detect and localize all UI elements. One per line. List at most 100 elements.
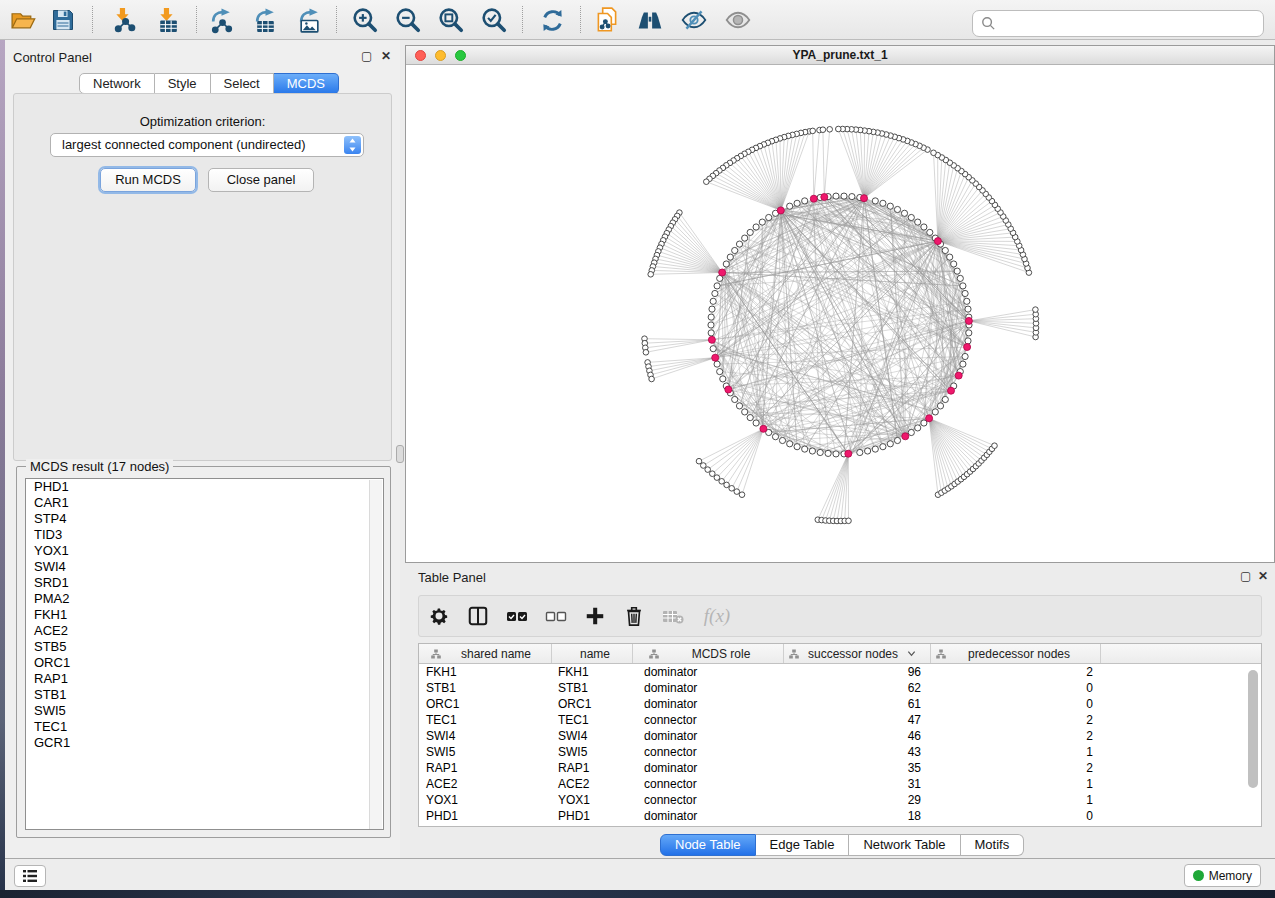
float-table-panel-icon[interactable]: ▢ xyxy=(1240,570,1251,582)
delete-table-button[interactable] xyxy=(661,604,685,628)
mcds-result-item[interactable]: PHD1 xyxy=(26,479,383,495)
panel-splitter-handle[interactable] xyxy=(396,445,404,463)
table-row[interactable]: YOX1 YOX1 connector 29 1 xyxy=(419,792,1261,808)
mcds-result-item[interactable]: STB1 xyxy=(26,687,383,703)
criterion-value: largest connected component (undirected) xyxy=(62,137,306,152)
mcds-result-item[interactable]: RAP1 xyxy=(26,671,383,687)
delete-column-button[interactable] xyxy=(622,604,646,628)
run-mcds-button[interactable]: Run MCDS xyxy=(100,168,196,192)
tab-select[interactable]: Select xyxy=(211,73,274,94)
export-image-button[interactable] xyxy=(294,6,324,34)
zoom-selected-button[interactable] xyxy=(479,6,509,34)
tab-style[interactable]: Style xyxy=(155,73,211,94)
mcds-result-item[interactable]: STP4 xyxy=(26,511,383,527)
table-row[interactable]: RAP1 RAP1 dominator 35 2 xyxy=(419,760,1261,776)
toggle-column-panel-button[interactable] xyxy=(466,604,490,628)
table-row[interactable]: SWI4 SWI4 dominator 46 2 xyxy=(419,728,1261,744)
network-graph[interactable] xyxy=(406,66,1274,563)
open-session-button[interactable] xyxy=(8,6,38,34)
memory-button[interactable]: Memory xyxy=(1184,864,1261,887)
table-scrollbar[interactable] xyxy=(1248,668,1259,824)
dropdown-stepper-icon xyxy=(344,136,361,154)
table-scrollbar-thumb[interactable] xyxy=(1248,670,1258,788)
column-header-shared-name[interactable]: shared name xyxy=(419,644,552,663)
column-header-successor-nodes[interactable]: successor nodes xyxy=(784,644,931,663)
select-all-columns-button[interactable] xyxy=(505,604,529,628)
import-table-button[interactable] xyxy=(152,6,182,34)
table-row[interactable]: TEC1 TEC1 connector 47 2 xyxy=(419,712,1261,728)
table-panel-title: Table Panel xyxy=(418,570,486,585)
new-network-from-selection-button[interactable] xyxy=(592,6,622,34)
tab-motifs[interactable]: Motifs xyxy=(961,834,1025,856)
search-input[interactable] xyxy=(972,10,1264,37)
mcds-result-item[interactable]: FKH1 xyxy=(26,607,383,623)
status-bar: Memory xyxy=(5,858,1275,890)
control-panel-tabs: Network Style Select MCDS xyxy=(79,73,339,94)
gear-icon xyxy=(428,605,450,627)
export-table-button[interactable] xyxy=(250,6,280,34)
table-row[interactable]: SWI5 SWI5 connector 43 1 xyxy=(419,744,1261,760)
zoom-fit-button[interactable] xyxy=(436,6,466,34)
network-window-titlebar[interactable]: YPA_prune.txt_1 xyxy=(406,46,1274,65)
column-header-name[interactable]: name xyxy=(552,644,633,663)
close-panel-icon[interactable]: ✕ xyxy=(381,50,391,62)
mcds-result-item[interactable]: CAR1 xyxy=(26,495,383,511)
zoom-in-button[interactable] xyxy=(350,6,380,34)
column-header-mcds-role[interactable]: MCDS role xyxy=(633,644,784,663)
mcds-result-item[interactable]: TID3 xyxy=(26,527,383,543)
toolbar-separator xyxy=(336,6,337,33)
table-row[interactable]: FKH1 FKH1 dominator 96 2 xyxy=(419,664,1261,680)
tab-edge-table[interactable]: Edge Table xyxy=(756,834,850,856)
table-settings-button[interactable] xyxy=(427,604,451,628)
column-header-predecessor-nodes[interactable]: predecessor nodes xyxy=(931,644,1101,663)
mcds-result-item[interactable]: SWI5 xyxy=(26,703,383,719)
unselect-all-columns-button[interactable] xyxy=(544,604,568,628)
close-window-icon[interactable] xyxy=(415,50,426,61)
function-builder-button[interactable]: f(x) xyxy=(700,604,734,628)
tab-node-table[interactable]: Node Table xyxy=(660,834,756,856)
float-panel-icon[interactable]: ▢ xyxy=(361,50,372,62)
export-network-button[interactable] xyxy=(206,6,236,34)
column-type-icon xyxy=(431,649,441,659)
tab-network-table[interactable]: Network Table xyxy=(849,834,960,856)
import-network-button[interactable] xyxy=(108,6,138,34)
table-row[interactable]: STB1 STB1 dominator 62 0 xyxy=(419,680,1261,696)
table-rows: FKH1 FKH1 dominator 96 2 STB1 STB1 domin… xyxy=(419,664,1261,824)
mcds-result-item[interactable]: TEC1 xyxy=(26,719,383,735)
network-overview-button[interactable] xyxy=(635,6,665,34)
minimize-window-icon[interactable] xyxy=(435,50,446,61)
save-session-button[interactable] xyxy=(48,6,78,34)
mcds-result-item[interactable]: STB5 xyxy=(26,639,383,655)
mcds-result-item[interactable]: SWI4 xyxy=(26,559,383,575)
export-image-icon xyxy=(296,7,323,34)
mcds-result-item[interactable]: PMA2 xyxy=(26,591,383,607)
hide-selected-button[interactable] xyxy=(679,6,709,34)
table-row[interactable]: ACE2 ACE2 connector 31 1 xyxy=(419,776,1261,792)
sort-descending-icon xyxy=(907,649,916,658)
table-row[interactable]: ORC1 ORC1 dominator 61 0 xyxy=(419,696,1261,712)
control-panel-title: Control Panel xyxy=(13,50,92,65)
toolbar-separator xyxy=(580,6,581,33)
mcds-result-item[interactable]: SRD1 xyxy=(26,575,383,591)
tab-network[interactable]: Network xyxy=(79,73,155,94)
criterion-dropdown[interactable]: largest connected component (undirected) xyxy=(50,133,364,157)
refresh-view-button[interactable] xyxy=(537,6,567,34)
close-panel-button[interactable]: Close panel xyxy=(208,168,314,192)
mcds-result-list[interactable]: PHD1CAR1STP4TID3YOX1SWI4SRD1PMA2FKH1ACE2… xyxy=(25,478,384,830)
mcds-result-item[interactable]: GCR1 xyxy=(26,735,383,751)
import-table-icon xyxy=(154,7,181,34)
zoom-out-button[interactable] xyxy=(393,6,423,34)
binoculars-icon xyxy=(636,6,664,34)
task-history-button[interactable] xyxy=(14,865,46,887)
maximize-window-icon[interactable] xyxy=(455,50,466,61)
mcds-result-item[interactable]: YOX1 xyxy=(26,543,383,559)
table-row[interactable]: PHD1 PHD1 dominator 18 0 xyxy=(419,808,1261,824)
show-all-button[interactable] xyxy=(723,6,753,34)
mcds-result-item[interactable]: ACE2 xyxy=(26,623,383,639)
mcds-result-item[interactable]: ORC1 xyxy=(26,655,383,671)
add-column-button[interactable] xyxy=(583,604,607,628)
mcds-result-title: MCDS result (17 nodes) xyxy=(26,459,173,474)
mcds-list-scrollbar[interactable] xyxy=(369,480,382,830)
tab-mcds[interactable]: MCDS xyxy=(274,73,339,94)
close-table-panel-icon[interactable]: ✕ xyxy=(1258,570,1268,582)
